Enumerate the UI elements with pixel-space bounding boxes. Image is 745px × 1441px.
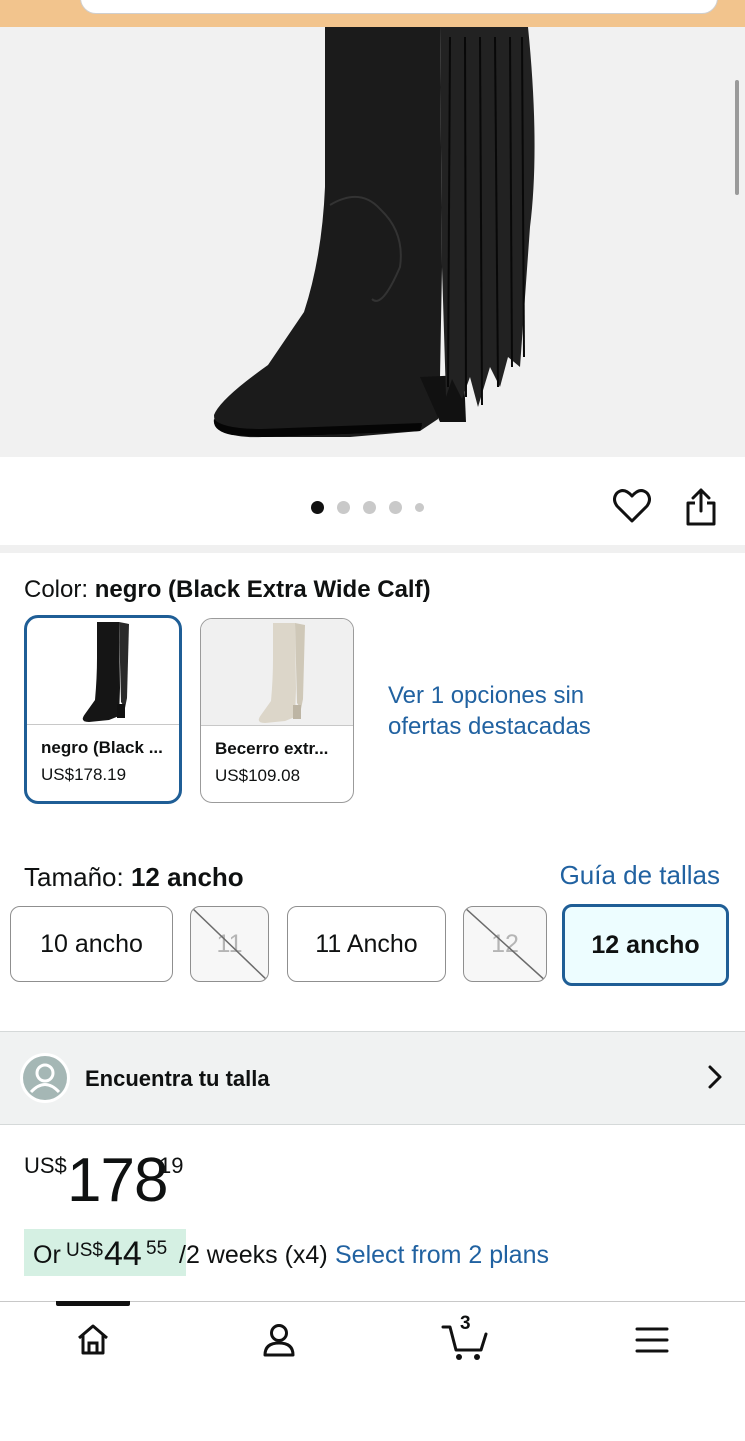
find-your-size-row[interactable]: Encuentra tu talla <box>0 1031 745 1125</box>
installment-currency: US$ <box>66 1240 103 1261</box>
pagination-dot[interactable] <box>389 501 402 514</box>
page-scrollbar[interactable] <box>735 80 739 195</box>
header-bar <box>0 0 745 27</box>
installment-amount: 44 <box>104 1235 142 1273</box>
pagination-dot[interactable] <box>363 501 376 514</box>
wishlist-heart-icon[interactable] <box>613 488 651 529</box>
image-pagination[interactable] <box>311 501 424 514</box>
installment-period: /2 weeks (x4) <box>179 1241 328 1269</box>
color-selection-label: Color: negro (Black Extra Wide Calf) <box>24 576 431 604</box>
swatch-image <box>201 619 353 726</box>
cream-boot-thumbnail <box>258 623 305 723</box>
selected-color-name: negro (Black Extra Wide Calf) <box>94 576 431 603</box>
size-selection-label: Tamaño: 12 ancho <box>24 862 244 893</box>
size-option-11-ancho[interactable]: 11 Ancho <box>287 906 446 982</box>
color-swatch-black[interactable]: negro (Black ... US$178.19 <box>24 615 182 804</box>
home-icon[interactable] <box>75 1322 111 1363</box>
active-tab-indicator <box>56 1301 130 1306</box>
boot-image <box>213 27 535 438</box>
installment-cents: 55 <box>146 1238 168 1259</box>
select-plans-link[interactable]: Select from 2 plans <box>335 1241 549 1270</box>
pagination-dot[interactable] <box>311 501 324 514</box>
size-option-12-ancho[interactable]: 12 ancho <box>562 904 729 986</box>
swatch-image <box>27 618 179 725</box>
size-option-label: 10 ancho <box>40 929 143 958</box>
unavailable-strike <box>191 907 268 981</box>
swatch-name: negro (Black ... <box>41 738 163 757</box>
size-option-11-unavailable[interactable]: 11 <box>190 906 269 982</box>
section-divider <box>0 545 745 553</box>
swatch-price: US$178.19 <box>41 765 127 784</box>
size-option-12-unavailable[interactable]: 12 <box>463 906 547 982</box>
price-currency: US$ <box>24 1153 67 1178</box>
size-option-label: 12 ancho <box>591 930 700 959</box>
bottom-navigation: 3 <box>0 1301 745 1441</box>
price-fraction: 19 <box>159 1153 184 1178</box>
swatch-name: Becerro extr... <box>215 739 329 758</box>
product-image[interactable] <box>0 27 745 457</box>
color-swatch-calf[interactable]: Becerro extr... US$109.08 <box>200 618 354 803</box>
size-label: Tamaño: <box>24 862 124 892</box>
account-icon[interactable] <box>261 1322 297 1363</box>
color-label: Color: <box>24 576 89 603</box>
share-icon[interactable] <box>684 487 718 532</box>
black-boot-thumbnail <box>82 622 129 722</box>
selected-size: 12 ancho <box>130 862 244 892</box>
swatch-price: US$109.08 <box>215 766 301 785</box>
installment-or: Or <box>33 1241 61 1269</box>
search-box[interactable] <box>80 0 718 14</box>
unavailable-strike <box>464 907 546 981</box>
pagination-dot[interactable] <box>337 501 350 514</box>
price-whole: 178 <box>67 1146 168 1215</box>
size-guide-link[interactable]: Guía de tallas <box>560 860 720 891</box>
find-size-label: Encuentra tu talla <box>85 1066 270 1091</box>
size-option-10-ancho[interactable]: 10 ancho <box>10 906 173 982</box>
cart-icon[interactable]: 3 <box>441 1313 489 1369</box>
user-avatar-icon <box>20 1053 70 1103</box>
chevron-right-icon <box>707 1064 723 1095</box>
more-options-link[interactable]: Ver 1 opciones sin ofertas destacadas <box>388 680 628 742</box>
pagination-dot[interactable] <box>415 503 424 512</box>
size-option-label: 11 Ancho <box>315 929 418 958</box>
cart-count-badge: 3 <box>460 1313 471 1334</box>
menu-icon[interactable] <box>635 1326 669 1359</box>
